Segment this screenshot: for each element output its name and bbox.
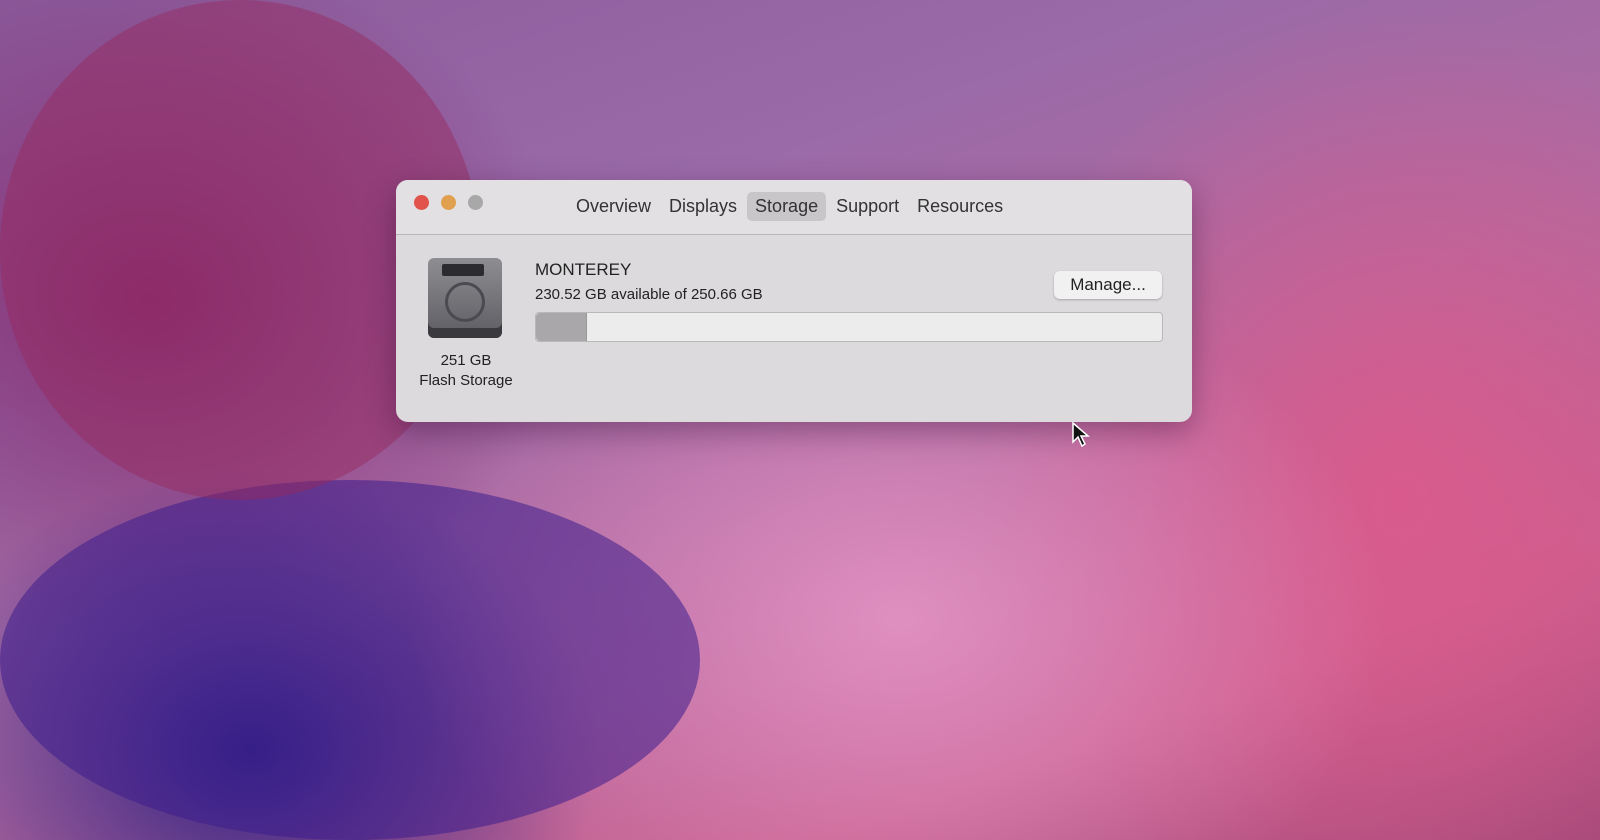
- manage-button[interactable]: Manage...: [1054, 271, 1162, 299]
- zoom-button[interactable]: [468, 195, 483, 210]
- disk-type: Flash Storage: [419, 372, 513, 389]
- title-bar: Overview Displays Storage Support Resour…: [396, 180, 1192, 235]
- hard-drive-icon: [428, 258, 502, 338]
- volume-name: MONTEREY: [535, 260, 632, 279]
- used-segment: [536, 313, 588, 341]
- tab-resources[interactable]: Resources: [909, 192, 1011, 221]
- wallpaper-shape: [0, 480, 700, 840]
- about-this-mac-window: Overview Displays Storage Support Resour…: [396, 180, 1192, 422]
- tab-overview[interactable]: Overview: [568, 192, 659, 221]
- minimize-button[interactable]: [441, 195, 456, 210]
- arrow-cursor-icon: [1072, 422, 1090, 448]
- storage-usage-bar: [535, 312, 1163, 342]
- tab-displays[interactable]: Displays: [661, 192, 745, 221]
- disk-size: 251 GB: [440, 352, 492, 369]
- availability-text: 230.52 GB available of 250.66 GB: [535, 286, 763, 303]
- tab-support[interactable]: Support: [828, 192, 907, 221]
- tab-storage[interactable]: Storage: [747, 192, 827, 221]
- close-button[interactable]: [414, 195, 429, 210]
- tab-bar: Overview Displays Storage Support Resour…: [568, 192, 1011, 221]
